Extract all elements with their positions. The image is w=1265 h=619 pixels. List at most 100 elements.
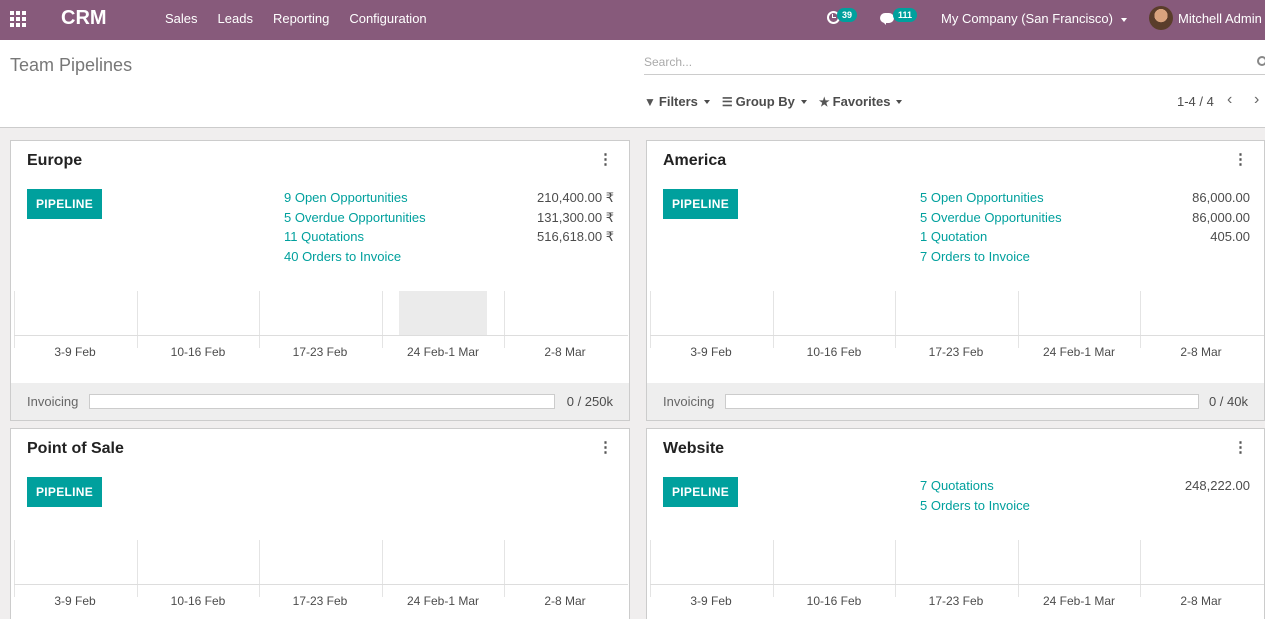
graph-column xyxy=(650,291,651,348)
graph-baseline xyxy=(650,335,1264,336)
search-options: ▼ Filters ☰ Group By ★ Favorites xyxy=(644,94,914,109)
graph-column xyxy=(382,540,383,597)
apps-menu-icon[interactable] xyxy=(10,11,28,27)
graph-column xyxy=(14,540,15,597)
stat-value: 248,222.00 xyxy=(1184,478,1250,493)
company-switcher[interactable]: My Company (San Francisco) xyxy=(941,11,1127,26)
invoicing-value[interactable]: 0 / 40k xyxy=(1209,394,1248,409)
graph-label: 3-9 Feb xyxy=(690,345,732,359)
stat-value: 86,000.00 xyxy=(1192,209,1250,225)
graph-label: 24 Feb-1 Mar xyxy=(1042,594,1116,608)
graph-column xyxy=(259,291,260,348)
overdue-opportunities-link[interactable]: 5 Overdue Opportunities xyxy=(920,210,1062,225)
card-menu-icon[interactable]: ⋮ xyxy=(598,152,613,167)
menu-item-reporting[interactable]: Reporting xyxy=(273,11,329,26)
stat-value: 131,300.00 ₹ xyxy=(537,209,614,225)
chevron-left-icon[interactable]: ‹ xyxy=(1227,91,1232,109)
bars-icon: ☰ xyxy=(721,94,733,109)
overdue-opportunities-link[interactable]: 5 Overdue Opportunities xyxy=(284,210,426,225)
graph-column xyxy=(773,540,774,597)
quotations-link[interactable]: 7 Quotations xyxy=(920,478,994,493)
pipeline-button[interactable]: PIPELINE xyxy=(663,477,738,507)
graph-column xyxy=(650,540,651,597)
graph-column xyxy=(895,291,896,348)
user-menu[interactable]: Mitchell Admin xyxy=(1178,11,1262,26)
invoicing-value[interactable]: 0 / 250k xyxy=(567,394,613,409)
avatar[interactable] xyxy=(1149,6,1173,30)
graph-label: 2-8 Mar xyxy=(544,594,586,608)
favorites-button[interactable]: ★ Favorites xyxy=(819,94,903,109)
graph-column xyxy=(137,540,138,597)
app-brand[interactable]: CRM xyxy=(61,7,107,30)
messages-chat-icon[interactable] xyxy=(880,13,894,25)
invoicing-label: Invoicing xyxy=(663,394,715,409)
graph-column xyxy=(504,540,505,597)
chevron-down-icon xyxy=(1120,17,1127,22)
graph-label: 3-9 Feb xyxy=(690,594,732,608)
graph-label: 2-8 Mar xyxy=(544,345,586,359)
filters-button[interactable]: ▼ Filters xyxy=(644,94,710,109)
orders-to-invoice-link[interactable]: 40 Orders to Invoice xyxy=(284,249,401,264)
graph-column xyxy=(773,291,774,348)
pipeline-button[interactable]: PIPELINE xyxy=(27,189,102,219)
card-menu-icon[interactable]: ⋮ xyxy=(1233,440,1248,455)
team-title[interactable]: Point of Sale xyxy=(27,440,124,458)
card-menu-icon[interactable]: ⋮ xyxy=(598,440,613,455)
team-title[interactable]: Website xyxy=(663,440,724,458)
stat-row: 5 Open Opportunities 86,000.00 xyxy=(920,190,1250,210)
pipeline-button[interactable]: PIPELINE xyxy=(27,477,102,507)
team-card-website: Website ⋮ PIPELINE 7 Quotations 248,222.… xyxy=(646,428,1265,619)
chevron-down-icon xyxy=(896,99,903,104)
menu-item-sales[interactable]: Sales xyxy=(165,11,198,26)
pipeline-graph: 3-9 Feb 10-16 Feb 17-23 Feb 24 Feb-1 Mar… xyxy=(14,291,628,359)
top-navbar: CRM Sales Leads Reporting Configuration … xyxy=(0,0,1265,40)
activity-count-badge: 39 xyxy=(837,8,858,22)
search-icon[interactable] xyxy=(1257,56,1265,66)
graph-label: 10-16 Feb xyxy=(170,594,226,608)
graph-label: 24 Feb-1 Mar xyxy=(406,594,480,608)
graph-column xyxy=(1018,291,1019,348)
graph-column xyxy=(1140,291,1141,348)
card-menu-icon[interactable]: ⋮ xyxy=(1233,152,1248,167)
stat-row: 11 Quotations 516,618.00 ₹ xyxy=(284,229,614,249)
invoicing-progress xyxy=(89,394,555,409)
graph-baseline xyxy=(650,584,1264,585)
favorites-label: Favorites xyxy=(832,94,891,109)
team-stats: 7 Quotations 248,222.00 5 Orders to Invo… xyxy=(920,478,1250,517)
pipeline-button[interactable]: PIPELINE xyxy=(663,189,738,219)
stat-row: 5 Overdue Opportunities 131,300.00 ₹ xyxy=(284,210,614,230)
graph-column xyxy=(1018,540,1019,597)
control-panel: Team Pipelines ▼ Filters ☰ Group By ★ Fa… xyxy=(0,40,1265,128)
graph-label: 10-16 Feb xyxy=(806,345,862,359)
filters-label: Filters xyxy=(658,94,698,109)
graph-label: 24 Feb-1 Mar xyxy=(1042,345,1116,359)
stat-row: 7 Quotations 248,222.00 xyxy=(920,478,1250,498)
invoicing-label: Invoicing xyxy=(27,394,79,409)
orders-to-invoice-link[interactable]: 7 Orders to Invoice xyxy=(920,249,1030,264)
quotations-link[interactable]: 1 Quotation xyxy=(920,229,987,244)
menu-item-configuration[interactable]: Configuration xyxy=(349,11,426,26)
open-opportunities-link[interactable]: 9 Open Opportunities xyxy=(284,190,408,205)
open-opportunities-link[interactable]: 5 Open Opportunities xyxy=(920,190,1044,205)
graph-label: 24 Feb-1 Mar xyxy=(406,345,480,359)
orders-to-invoice-link[interactable]: 5 Orders to Invoice xyxy=(920,498,1030,513)
graph-label: 17-23 Feb xyxy=(292,345,348,359)
quotations-link[interactable]: 11 Quotations xyxy=(284,229,364,244)
graph-column xyxy=(137,291,138,348)
chevron-right-icon[interactable]: › xyxy=(1254,91,1259,109)
pipeline-graph: 3-9 Feb 10-16 Feb 17-23 Feb 24 Feb-1 Mar… xyxy=(650,291,1264,359)
graph-label: 3-9 Feb xyxy=(54,594,96,608)
stat-row: 7 Orders to Invoice xyxy=(920,249,1250,269)
graph-label: 17-23 Feb xyxy=(928,345,984,359)
stat-row: 1 Quotation 405.00 xyxy=(920,229,1250,249)
group-by-button[interactable]: ☰ Group By xyxy=(722,94,807,109)
team-title[interactable]: America xyxy=(663,152,726,170)
menu-item-leads[interactable]: Leads xyxy=(218,11,253,26)
team-title[interactable]: Europe xyxy=(27,152,82,170)
graph-label: 17-23 Feb xyxy=(928,594,984,608)
search-input[interactable] xyxy=(644,52,1244,72)
pager-value[interactable]: 1-4 / 4 xyxy=(1177,94,1214,109)
stat-row: 40 Orders to Invoice xyxy=(284,249,614,269)
invoicing-progress xyxy=(725,394,1199,409)
graph-bar xyxy=(399,291,487,335)
